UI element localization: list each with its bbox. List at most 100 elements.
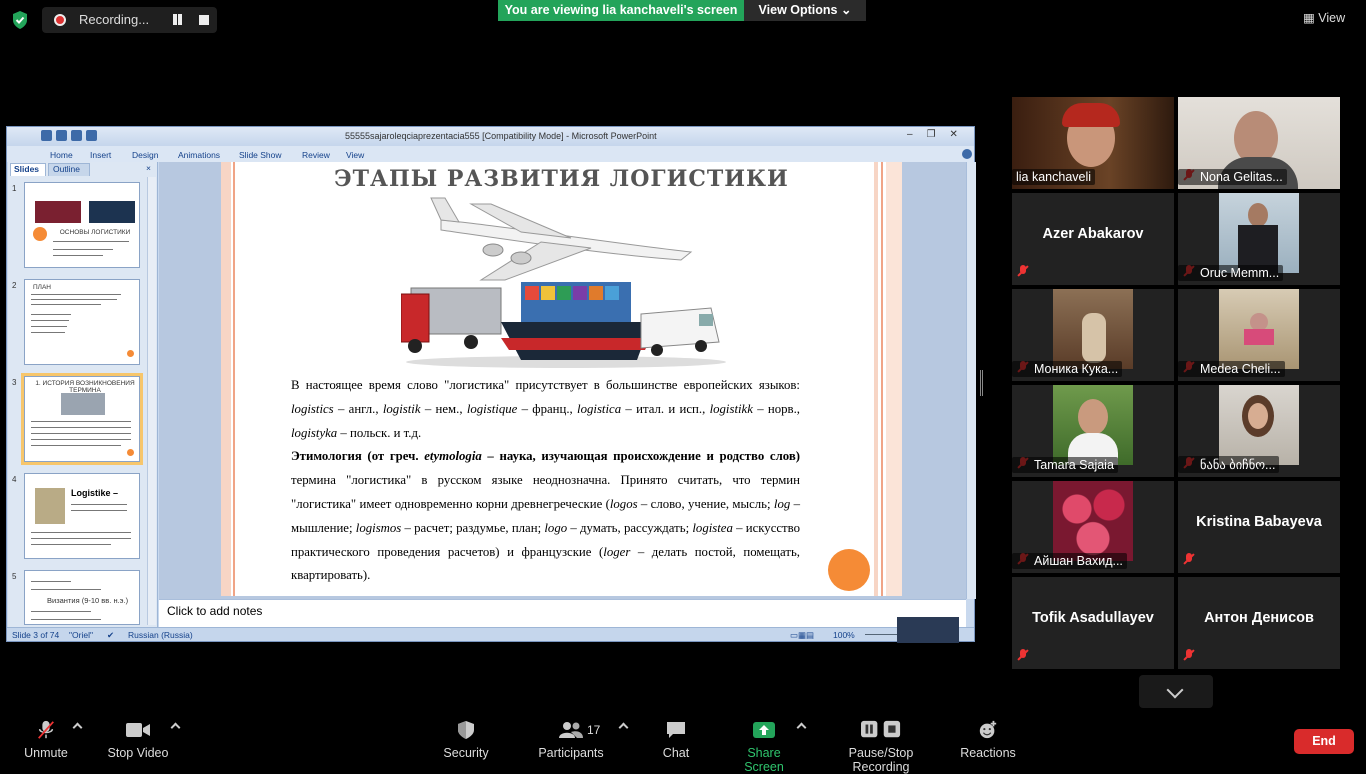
participants-count: 17 — [587, 723, 601, 737]
gallery-splitter-handle[interactable] — [980, 370, 983, 396]
audio-options-caret-icon[interactable] — [72, 722, 83, 733]
slide-body-text: В настоящее время слово "логистика" прис… — [291, 374, 800, 588]
participant-photo — [1248, 203, 1268, 227]
tab-design[interactable]: Design — [132, 150, 158, 160]
term-french: logistique — [466, 401, 518, 416]
stop-video-button[interactable]: Stop Video — [106, 720, 170, 760]
participant-tile-medea[interactable]: Medea Cheli... — [1178, 289, 1340, 381]
participant-tile-tofik[interactable]: Tofik Asadullayev — [1012, 577, 1174, 669]
shield-icon — [458, 721, 474, 739]
end-meeting-button[interactable]: End — [1294, 729, 1354, 754]
close-icon[interactable]: ✕ — [950, 129, 972, 140]
participant-photo — [1082, 313, 1106, 363]
ppt-ribbon-tabs: Home Insert Design Animations Slide Show… — [7, 146, 974, 162]
slide-border-stripe — [881, 162, 883, 596]
unmute-button[interactable]: Unmute — [22, 720, 70, 760]
help-icon[interactable] — [962, 149, 972, 159]
tab-slides[interactable]: Slides — [10, 163, 46, 176]
share-screen-button[interactable]: Share Screen — [728, 720, 800, 774]
security-button[interactable]: Security — [441, 720, 491, 760]
view-buttons-icon[interactable]: ▭▦▤ — [790, 630, 814, 641]
participant-tile-lia-kanchaveli[interactable]: lia kanchaveli — [1012, 97, 1174, 189]
thumb-text-line — [31, 433, 131, 434]
thumb-text-line — [31, 589, 101, 590]
tab-slide-show[interactable]: Slide Show — [239, 150, 282, 160]
slide-thumbnail-1[interactable]: ОСНОВЫ ЛОГИСТИКИ — [24, 182, 140, 268]
slide-thumbnail-3[interactable]: 1. ИСТОРИЯ ВОЗНИКНОВЕНИЯ ТЕРМИНА — [21, 373, 143, 465]
chevron-down-icon: ⌄ — [840, 3, 852, 17]
slide-border-stripe — [221, 162, 231, 596]
new-icon[interactable] — [86, 130, 97, 141]
minimize-icon[interactable]: – — [907, 129, 927, 140]
spellcheck-icon[interactable]: ✔ — [107, 630, 114, 641]
thumb-text-line — [31, 439, 131, 440]
slide-scrollbar[interactable] — [966, 162, 976, 599]
stop-recording-icon[interactable] — [199, 15, 209, 25]
pause-recording-icon[interactable] — [172, 14, 184, 26]
participant-name: Medea Cheli... — [1178, 361, 1285, 377]
maximize-icon[interactable]: ❐ — [927, 129, 950, 140]
thumbnail-number: 2 — [12, 281, 17, 290]
redo-icon[interactable] — [71, 130, 82, 141]
participant-tile-nona[interactable]: Nona Gelitas... — [1178, 97, 1340, 189]
participants-options-caret-icon[interactable] — [618, 722, 629, 733]
slide-counter: Slide 3 of 74 — [12, 630, 60, 640]
thumbnail-number: 3 — [12, 378, 17, 387]
reactions-button[interactable]: Reactions — [960, 720, 1016, 760]
muted-mic-icon — [1017, 265, 1029, 277]
close-pane-icon[interactable]: × — [146, 163, 151, 173]
slide-border-stripe — [233, 162, 235, 596]
participant-tile-nana[interactable]: ნანა ბიჩნო... — [1178, 385, 1340, 477]
tab-home[interactable]: Home — [50, 150, 73, 160]
pause-stop-recording-button[interactable]: Pause/Stop Recording — [820, 720, 942, 774]
share-screen-label: Share Screen — [744, 746, 784, 774]
participant-tile-kristina[interactable]: Kristina Babayeva — [1178, 481, 1340, 573]
participant-tile-anton[interactable]: Антон Денисов — [1178, 577, 1340, 669]
participant-tile-monika[interactable]: Моника Кука... — [1012, 289, 1174, 381]
slide-thumbnail-2[interactable]: ПЛАН — [24, 279, 140, 365]
thumb-text-line — [31, 421, 131, 422]
text-run: – нем., — [420, 401, 467, 416]
thumb-text-line — [31, 581, 71, 582]
save-icon[interactable] — [41, 130, 52, 141]
tab-view[interactable]: View — [346, 150, 364, 160]
tab-insert[interactable]: Insert — [90, 150, 111, 160]
participant-video — [1062, 103, 1120, 127]
participant-tile-tamara[interactable]: Tamara Sajaia — [1012, 385, 1174, 477]
undo-icon[interactable] — [56, 130, 67, 141]
text-run: – англ., — [333, 401, 383, 416]
text-run: – думать, рассуждать; — [567, 520, 693, 535]
slide-border-stripe — [886, 162, 902, 596]
notes-pane[interactable]: Click to add notes — [159, 599, 966, 627]
thumb-text-line — [31, 427, 131, 428]
slide-thumbnail-4[interactable]: Logistike – — [24, 473, 140, 559]
chat-button[interactable]: Chat — [660, 720, 692, 760]
slides-pane-scrollbar[interactable] — [147, 177, 156, 625]
unmute-label: Unmute — [24, 746, 68, 760]
view-button[interactable]: ▦ View — [1303, 10, 1345, 25]
grid-icon: ▦ — [1303, 11, 1315, 25]
text-run: В настоящее время слово "логистика" прис… — [291, 378, 800, 392]
tab-outline[interactable]: Outline — [48, 163, 90, 176]
slide-thumbnail-5[interactable]: Византия (9-10 вв. н.э.) — [24, 570, 140, 625]
thumb-text-line — [31, 538, 131, 539]
term-log: log — [773, 496, 791, 511]
tab-review[interactable]: Review — [302, 150, 330, 160]
thumb-text-line — [31, 445, 121, 446]
tab-animations[interactable]: Animations — [178, 150, 220, 160]
participants-button[interactable]: 17 Participants — [537, 720, 605, 760]
view-label: View — [1318, 11, 1346, 25]
pause-stop-icons — [861, 720, 901, 738]
video-options-caret-icon[interactable] — [170, 722, 181, 733]
text-run: – итал. и исп., — [621, 401, 710, 416]
gallery-next-page-button[interactable] — [1139, 675, 1213, 708]
text-run: – слово, учение, мысль; — [637, 496, 774, 511]
participant-tile-azer[interactable]: Azer Abakarov — [1012, 193, 1174, 285]
view-options-button[interactable]: View Options ⌄ — [744, 0, 866, 21]
term-english: logistics — [291, 401, 334, 416]
thumb-caption: 1. ИСТОРИЯ ВОЗНИКНОВЕНИЯ ТЕРМИНА — [35, 380, 135, 394]
participant-tile-aishan[interactable]: Айшан Вахид... — [1012, 481, 1174, 573]
muted-mic-icon — [1183, 649, 1195, 661]
text-run: – польск. и т.д. — [337, 425, 422, 440]
participant-tile-oruc[interactable]: Oruc Memm... — [1178, 193, 1340, 285]
